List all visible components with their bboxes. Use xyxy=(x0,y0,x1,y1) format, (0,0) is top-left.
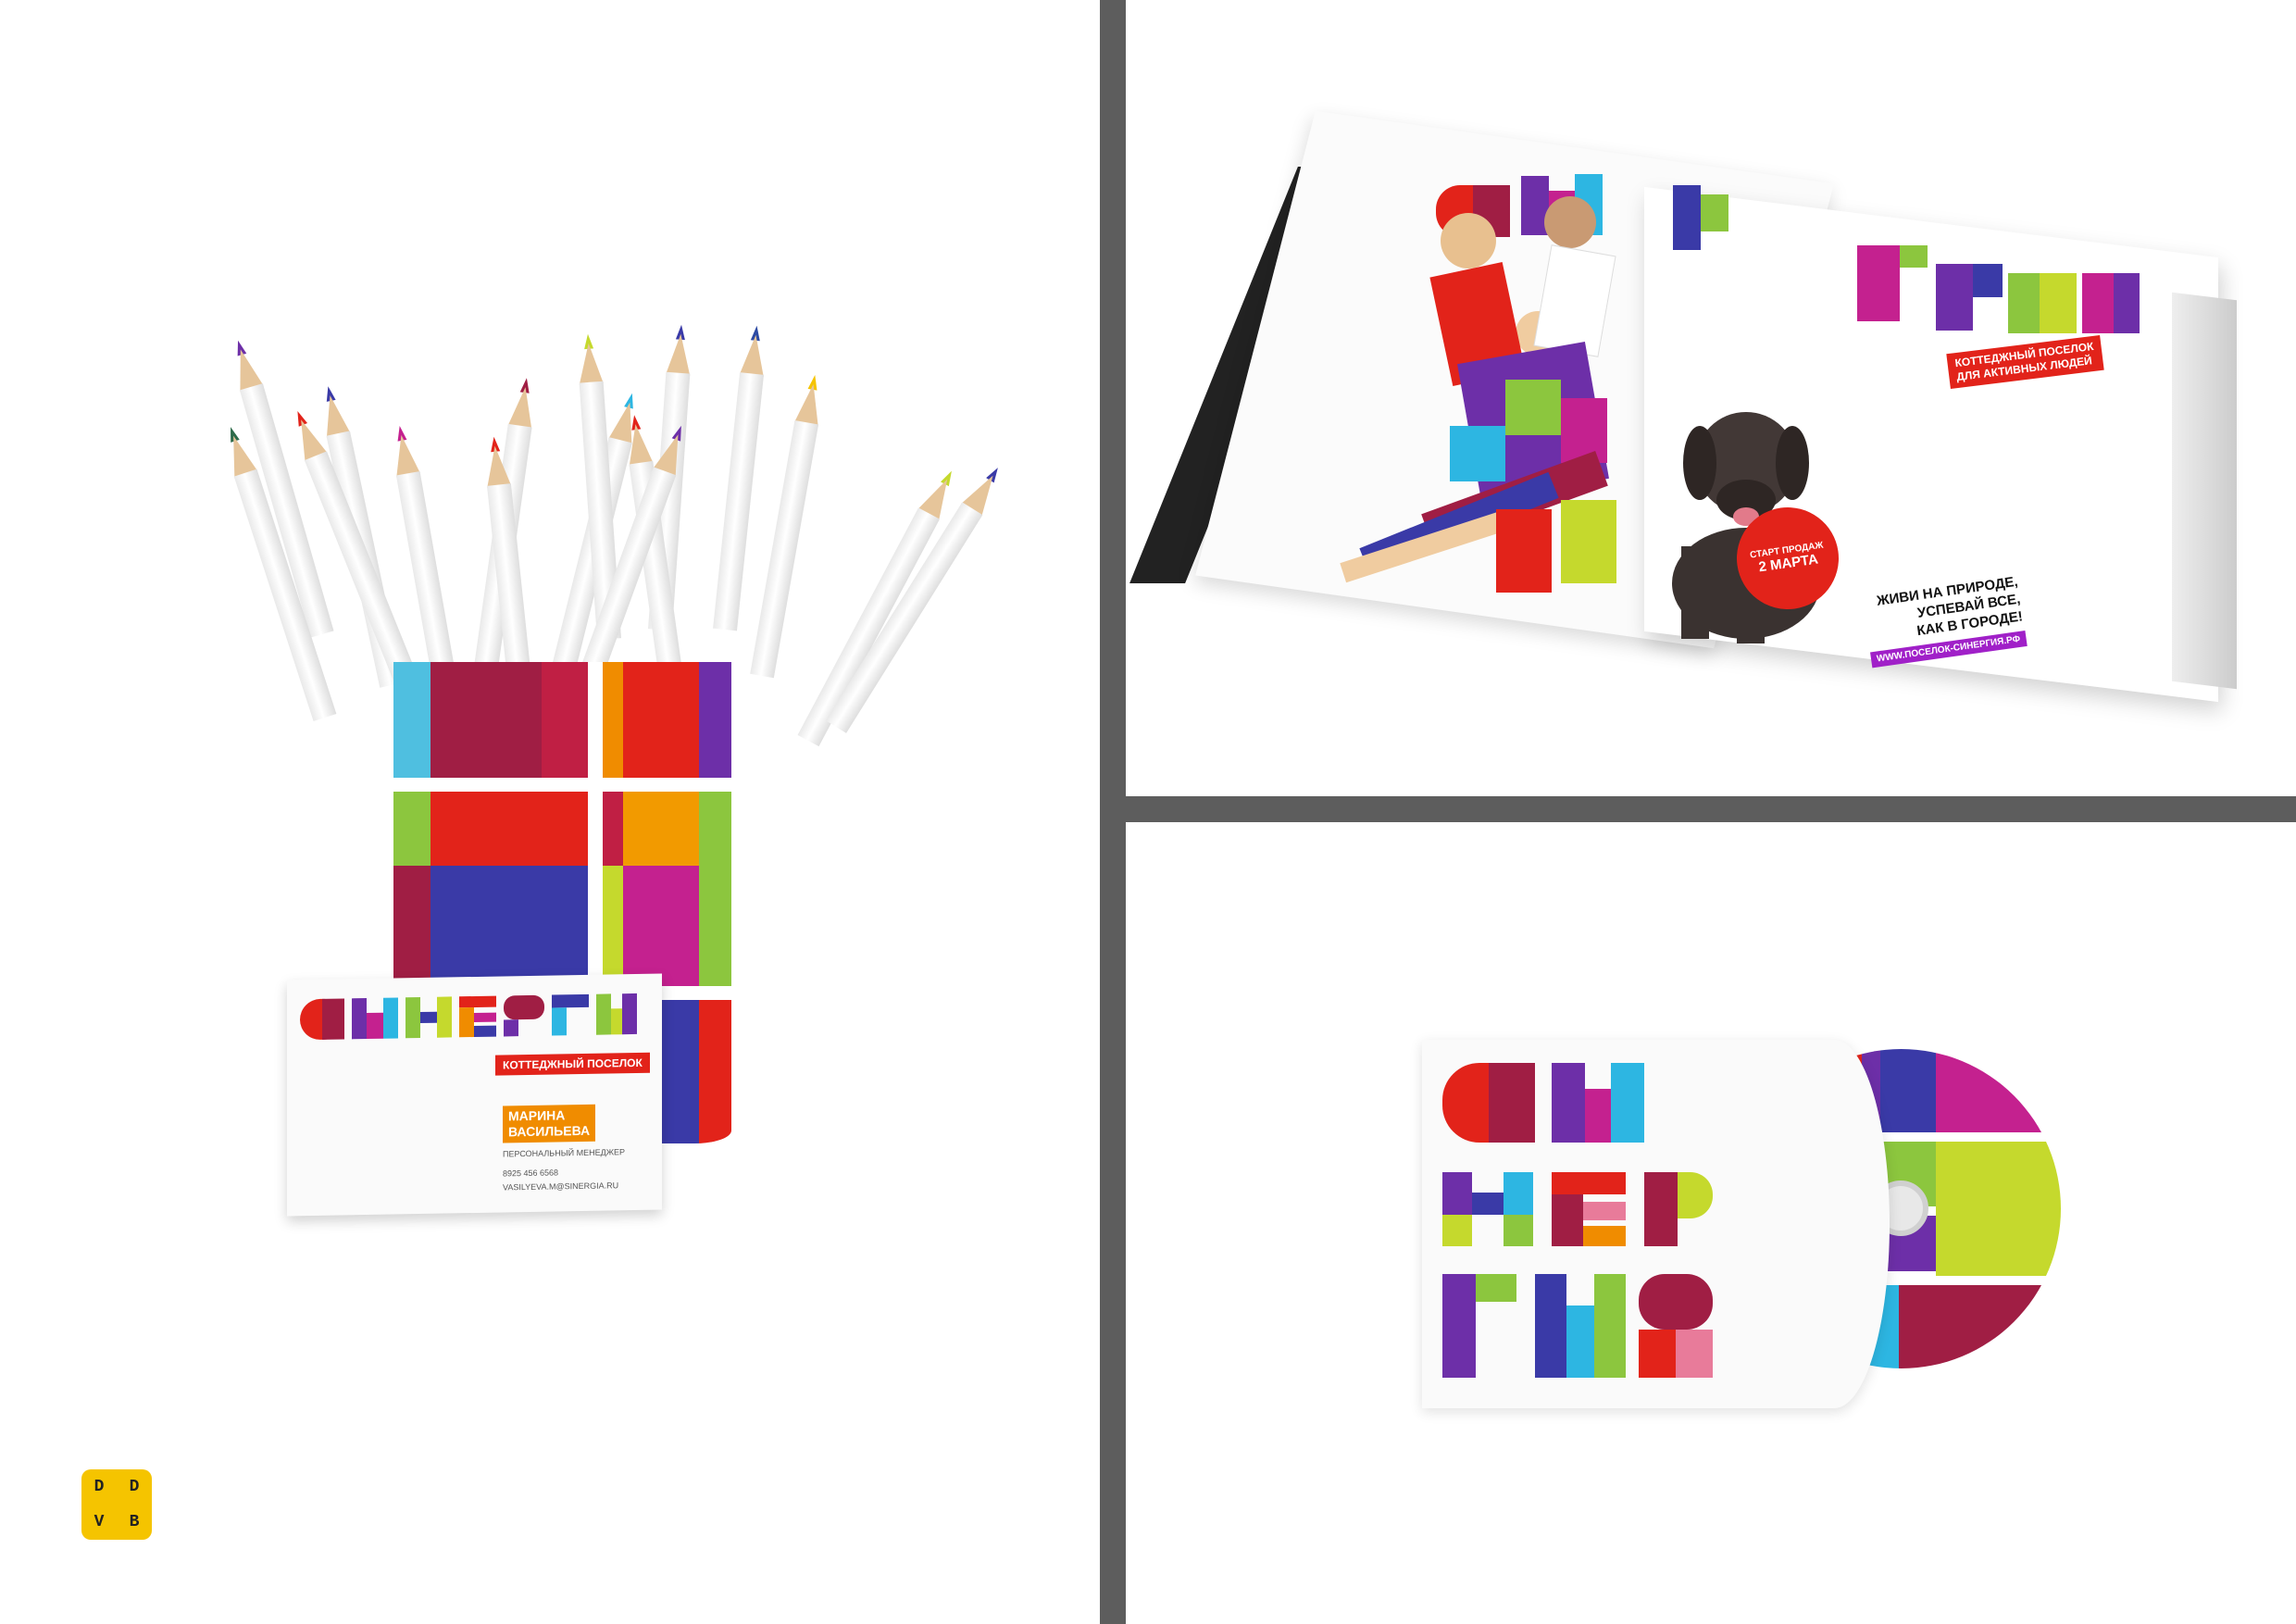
business-card-tagline: КОТТЕДЖНЫЙ ПОСЕЛОК xyxy=(495,1052,650,1076)
business-card-phone: 8925 456 6568 xyxy=(503,1168,559,1179)
panel-magazine: КОТТЕДЖНЫЙ ПОСЕЛОК ДЛЯ АКТИВНЫХ ЛЮДЕЙ СТ… xyxy=(1126,0,2296,796)
magazine-page-edge xyxy=(2172,292,2237,690)
business-card-last-name: ВАСИЛЬЕВА xyxy=(508,1122,591,1140)
cd-sleeve xyxy=(1422,1040,1890,1408)
agency-logo-letter: V xyxy=(94,1513,105,1531)
agency-logo-letter: B xyxy=(129,1513,140,1531)
business-card-role: ПЕРСОНАЛЬНЫЙ МЕНЕДЖЕР xyxy=(503,1147,626,1159)
panel-cd xyxy=(1126,822,2296,1624)
business-card: КОТТЕДЖНЫЙ ПОСЕЛОК МАРИНА ВАСИЛЬЕВА ПЕРС… xyxy=(287,973,662,1217)
pencil xyxy=(797,466,963,747)
business-card-first-name: МАРИНА xyxy=(508,1107,566,1124)
agency-logo-letter: D xyxy=(129,1478,140,1496)
business-card-logo xyxy=(300,993,637,1040)
cd-sleeve-logo xyxy=(1442,1063,1713,1378)
agency-logo: D D V B xyxy=(81,1469,152,1540)
agency-logo-letter: D xyxy=(94,1478,105,1496)
panel-pencil-holder: КОТТЕДЖНЫЙ ПОСЕЛОК МАРИНА ВАСИЛЬЕВА ПЕРС… xyxy=(0,0,1100,1624)
pencil xyxy=(750,373,827,679)
pencil xyxy=(825,461,1008,733)
vertical-divider xyxy=(1100,0,1126,1624)
horizontal-divider xyxy=(1126,796,2296,822)
business-card-name-block: МАРИНА ВАСИЛЬЕВА xyxy=(503,1104,596,1143)
pencil xyxy=(713,324,768,631)
business-card-email: VASILYEVA.M@SINERGIA.RU xyxy=(503,1181,619,1193)
